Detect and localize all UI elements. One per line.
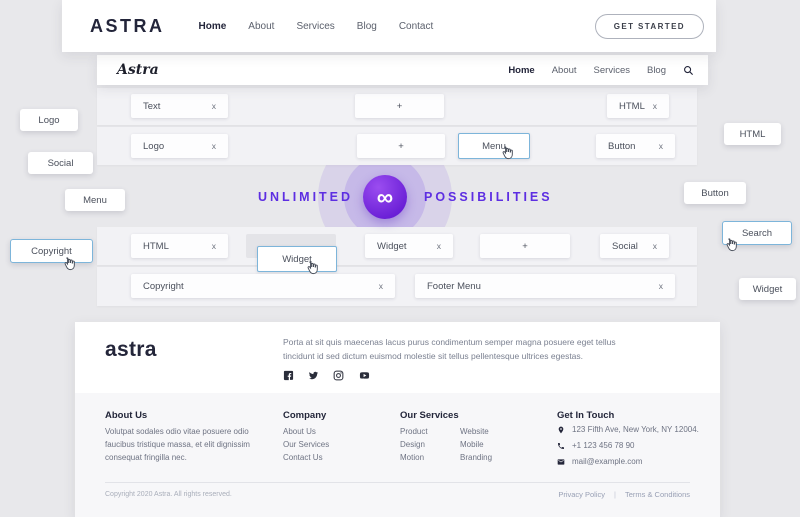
hero-text-possibilities: POSSIBILITIES <box>424 190 553 204</box>
floating-label-copyright[interactable]: Copyright <box>10 239 93 263</box>
footer-link-branding[interactable]: Branding <box>460 451 492 464</box>
chip-text[interactable]: Text x <box>131 94 228 118</box>
get-started-button[interactable]: GET STARTED <box>594 13 704 39</box>
footer-social-icons <box>283 370 371 381</box>
remove-icon[interactable]: x <box>653 241 657 251</box>
chip-button[interactable]: Button x <box>596 134 675 158</box>
hero-text-unlimited: UNLIMITED <box>258 190 354 204</box>
instagram-icon[interactable] <box>333 370 344 381</box>
search-icon[interactable] <box>683 65 694 76</box>
infinity-icon: ∞ <box>363 175 407 219</box>
footer-legal-links: Privacy Policy | Terms & Conditions <box>558 490 690 499</box>
floating-label-logo[interactable]: Logo <box>20 109 78 131</box>
footer-link-design[interactable]: Design <box>400 438 428 451</box>
site-header-links: Home About Services Blog <box>508 65 694 76</box>
footer-link-our-services[interactable]: Our Services <box>283 438 329 451</box>
header-item-blog[interactable]: Blog <box>647 65 666 76</box>
footer-link-motion[interactable]: Motion <box>400 451 428 464</box>
remove-icon[interactable]: x <box>212 141 216 151</box>
footer-services-col1: Product Design Motion <box>400 425 428 464</box>
floating-label-html[interactable]: HTML <box>724 123 781 145</box>
chip-footer-menu[interactable]: Footer Menu x <box>415 274 675 298</box>
footer-about-text: Volutpat sodales odio vitae posuere odio… <box>105 427 250 462</box>
footer-services-col2: Website Mobile Branding <box>460 425 492 464</box>
astra-logo: ASTRA <box>90 15 165 36</box>
floating-label-widget[interactable]: Widget <box>739 278 796 300</box>
footer-link-about-us[interactable]: About Us <box>283 425 329 438</box>
phone-icon <box>557 442 565 450</box>
site-header: Astra Home About Services Blog <box>97 55 708 85</box>
remove-icon[interactable]: x <box>212 241 216 251</box>
add-widget-button[interactable]: + <box>357 134 445 158</box>
privacy-policy-link[interactable]: Privacy Policy <box>558 490 605 499</box>
top-nav-links: Home About Services Blog Contact <box>199 21 434 32</box>
footer-copyright: Copyright 2020 Astra. All rights reserve… <box>105 491 232 498</box>
header-item-services[interactable]: Services <box>594 65 630 76</box>
footer-heading-services: Our Services <box>400 410 459 421</box>
footer-link-contact-us[interactable]: Contact Us <box>283 451 329 464</box>
contact-phone-row: +1 123 456 78 90 <box>557 441 699 450</box>
footer-heading-contact: Get In Touch <box>557 410 615 421</box>
footer-company-links: About Us Our Services Contact Us <box>283 425 329 464</box>
footer-link-mobile[interactable]: Mobile <box>460 438 492 451</box>
topnav-item-home[interactable]: Home <box>199 21 227 32</box>
add-widget-button[interactable]: + <box>480 234 570 258</box>
footer-heading-company: Company <box>283 410 327 421</box>
chip-menu-dragging[interactable]: Menu <box>458 133 530 159</box>
footer-link-website[interactable]: Website <box>460 425 492 438</box>
topnav-item-about[interactable]: About <box>248 21 274 32</box>
footer-contact-list: 123 Fifth Ave, New York, NY 12004. +1 12… <box>557 425 699 466</box>
remove-icon[interactable]: x <box>379 281 383 291</box>
hand-cursor-icon <box>305 260 320 280</box>
remove-icon[interactable]: x <box>437 241 441 251</box>
header-item-home[interactable]: Home <box>508 65 534 76</box>
chip-html[interactable]: HTML x <box>607 94 669 118</box>
header-item-about[interactable]: About <box>552 65 577 76</box>
remove-icon[interactable]: x <box>659 281 663 291</box>
floating-label-button[interactable]: Button <box>684 182 746 204</box>
chip-html-footer[interactable]: HTML x <box>131 234 228 258</box>
plus-icon: + <box>396 100 403 112</box>
footer-link-product[interactable]: Product <box>400 425 428 438</box>
hand-cursor-icon <box>62 256 77 276</box>
footer-divider <box>105 482 690 483</box>
footer-description: Porta at sit quis maecenas lacus purus c… <box>283 337 616 361</box>
chip-widget-dragging[interactable]: Widget <box>257 246 337 272</box>
terms-conditions-link[interactable]: Terms & Conditions <box>625 490 690 499</box>
top-navbar: ASTRA Home About Services Blog Contact G… <box>62 0 716 52</box>
floating-label-menu[interactable]: Menu <box>65 189 125 211</box>
astra-builder-page: ASTRA Home About Services Blog Contact G… <box>0 0 800 517</box>
plus-icon: + <box>522 240 528 252</box>
chip-copyright[interactable]: Copyright x <box>131 274 395 298</box>
remove-icon[interactable]: x <box>212 101 216 111</box>
plus-icon: + <box>398 140 404 152</box>
hand-cursor-icon <box>500 145 515 165</box>
contact-phone[interactable]: +1 123 456 78 90 <box>572 441 635 450</box>
site-footer: astra Porta at sit quis maecenas lacus p… <box>75 322 720 517</box>
astra-footer-logo: astra <box>105 338 157 361</box>
twitter-icon[interactable] <box>308 370 319 381</box>
topnav-item-blog[interactable]: Blog <box>357 21 377 32</box>
envelope-icon <box>557 458 565 466</box>
contact-address-row: 123 Fifth Ave, New York, NY 12004. <box>557 425 699 434</box>
footer-heading-about: About Us <box>105 410 148 421</box>
astra-script-logo: Astra <box>117 62 159 78</box>
chip-widget[interactable]: Widget x <box>365 234 453 258</box>
add-widget-button[interactable]: + <box>355 94 444 118</box>
contact-email[interactable]: mail@example.com <box>572 457 642 466</box>
facebook-icon[interactable] <box>283 370 294 381</box>
youtube-icon[interactable] <box>358 370 371 381</box>
chip-logo[interactable]: Logo x <box>131 134 228 158</box>
floating-label-social[interactable]: Social <box>28 152 93 174</box>
remove-icon[interactable]: x <box>659 141 663 151</box>
topnav-item-contact[interactable]: Contact <box>399 21 433 32</box>
remove-icon[interactable]: x <box>653 101 657 111</box>
topnav-item-services[interactable]: Services <box>296 21 334 32</box>
contact-email-row: mail@example.com <box>557 457 699 466</box>
legal-separator: | <box>614 490 616 499</box>
contact-address: 123 Fifth Ave, New York, NY 12004. <box>572 425 699 434</box>
hand-cursor-icon <box>724 237 739 257</box>
chip-social[interactable]: Social x <box>600 234 669 258</box>
location-pin-icon <box>557 426 565 434</box>
